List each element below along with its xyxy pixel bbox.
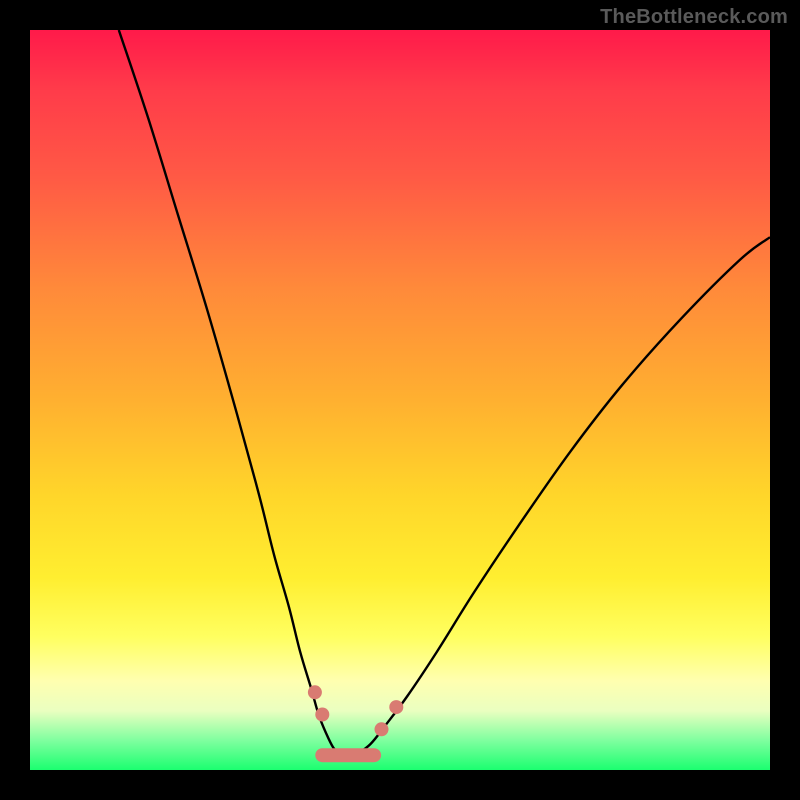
curve-marker xyxy=(375,722,389,736)
curve-marker xyxy=(315,708,329,722)
plot-area xyxy=(30,30,770,770)
right-branch-curve xyxy=(356,237,770,755)
curve-marker xyxy=(389,700,403,714)
curve-markers xyxy=(308,685,403,736)
left-branch-curve xyxy=(119,30,341,755)
curves-svg xyxy=(30,30,770,770)
watermark-text: TheBottleneck.com xyxy=(600,6,788,29)
curve-marker xyxy=(308,685,322,699)
chart-frame: TheBottleneck.com xyxy=(0,0,800,800)
